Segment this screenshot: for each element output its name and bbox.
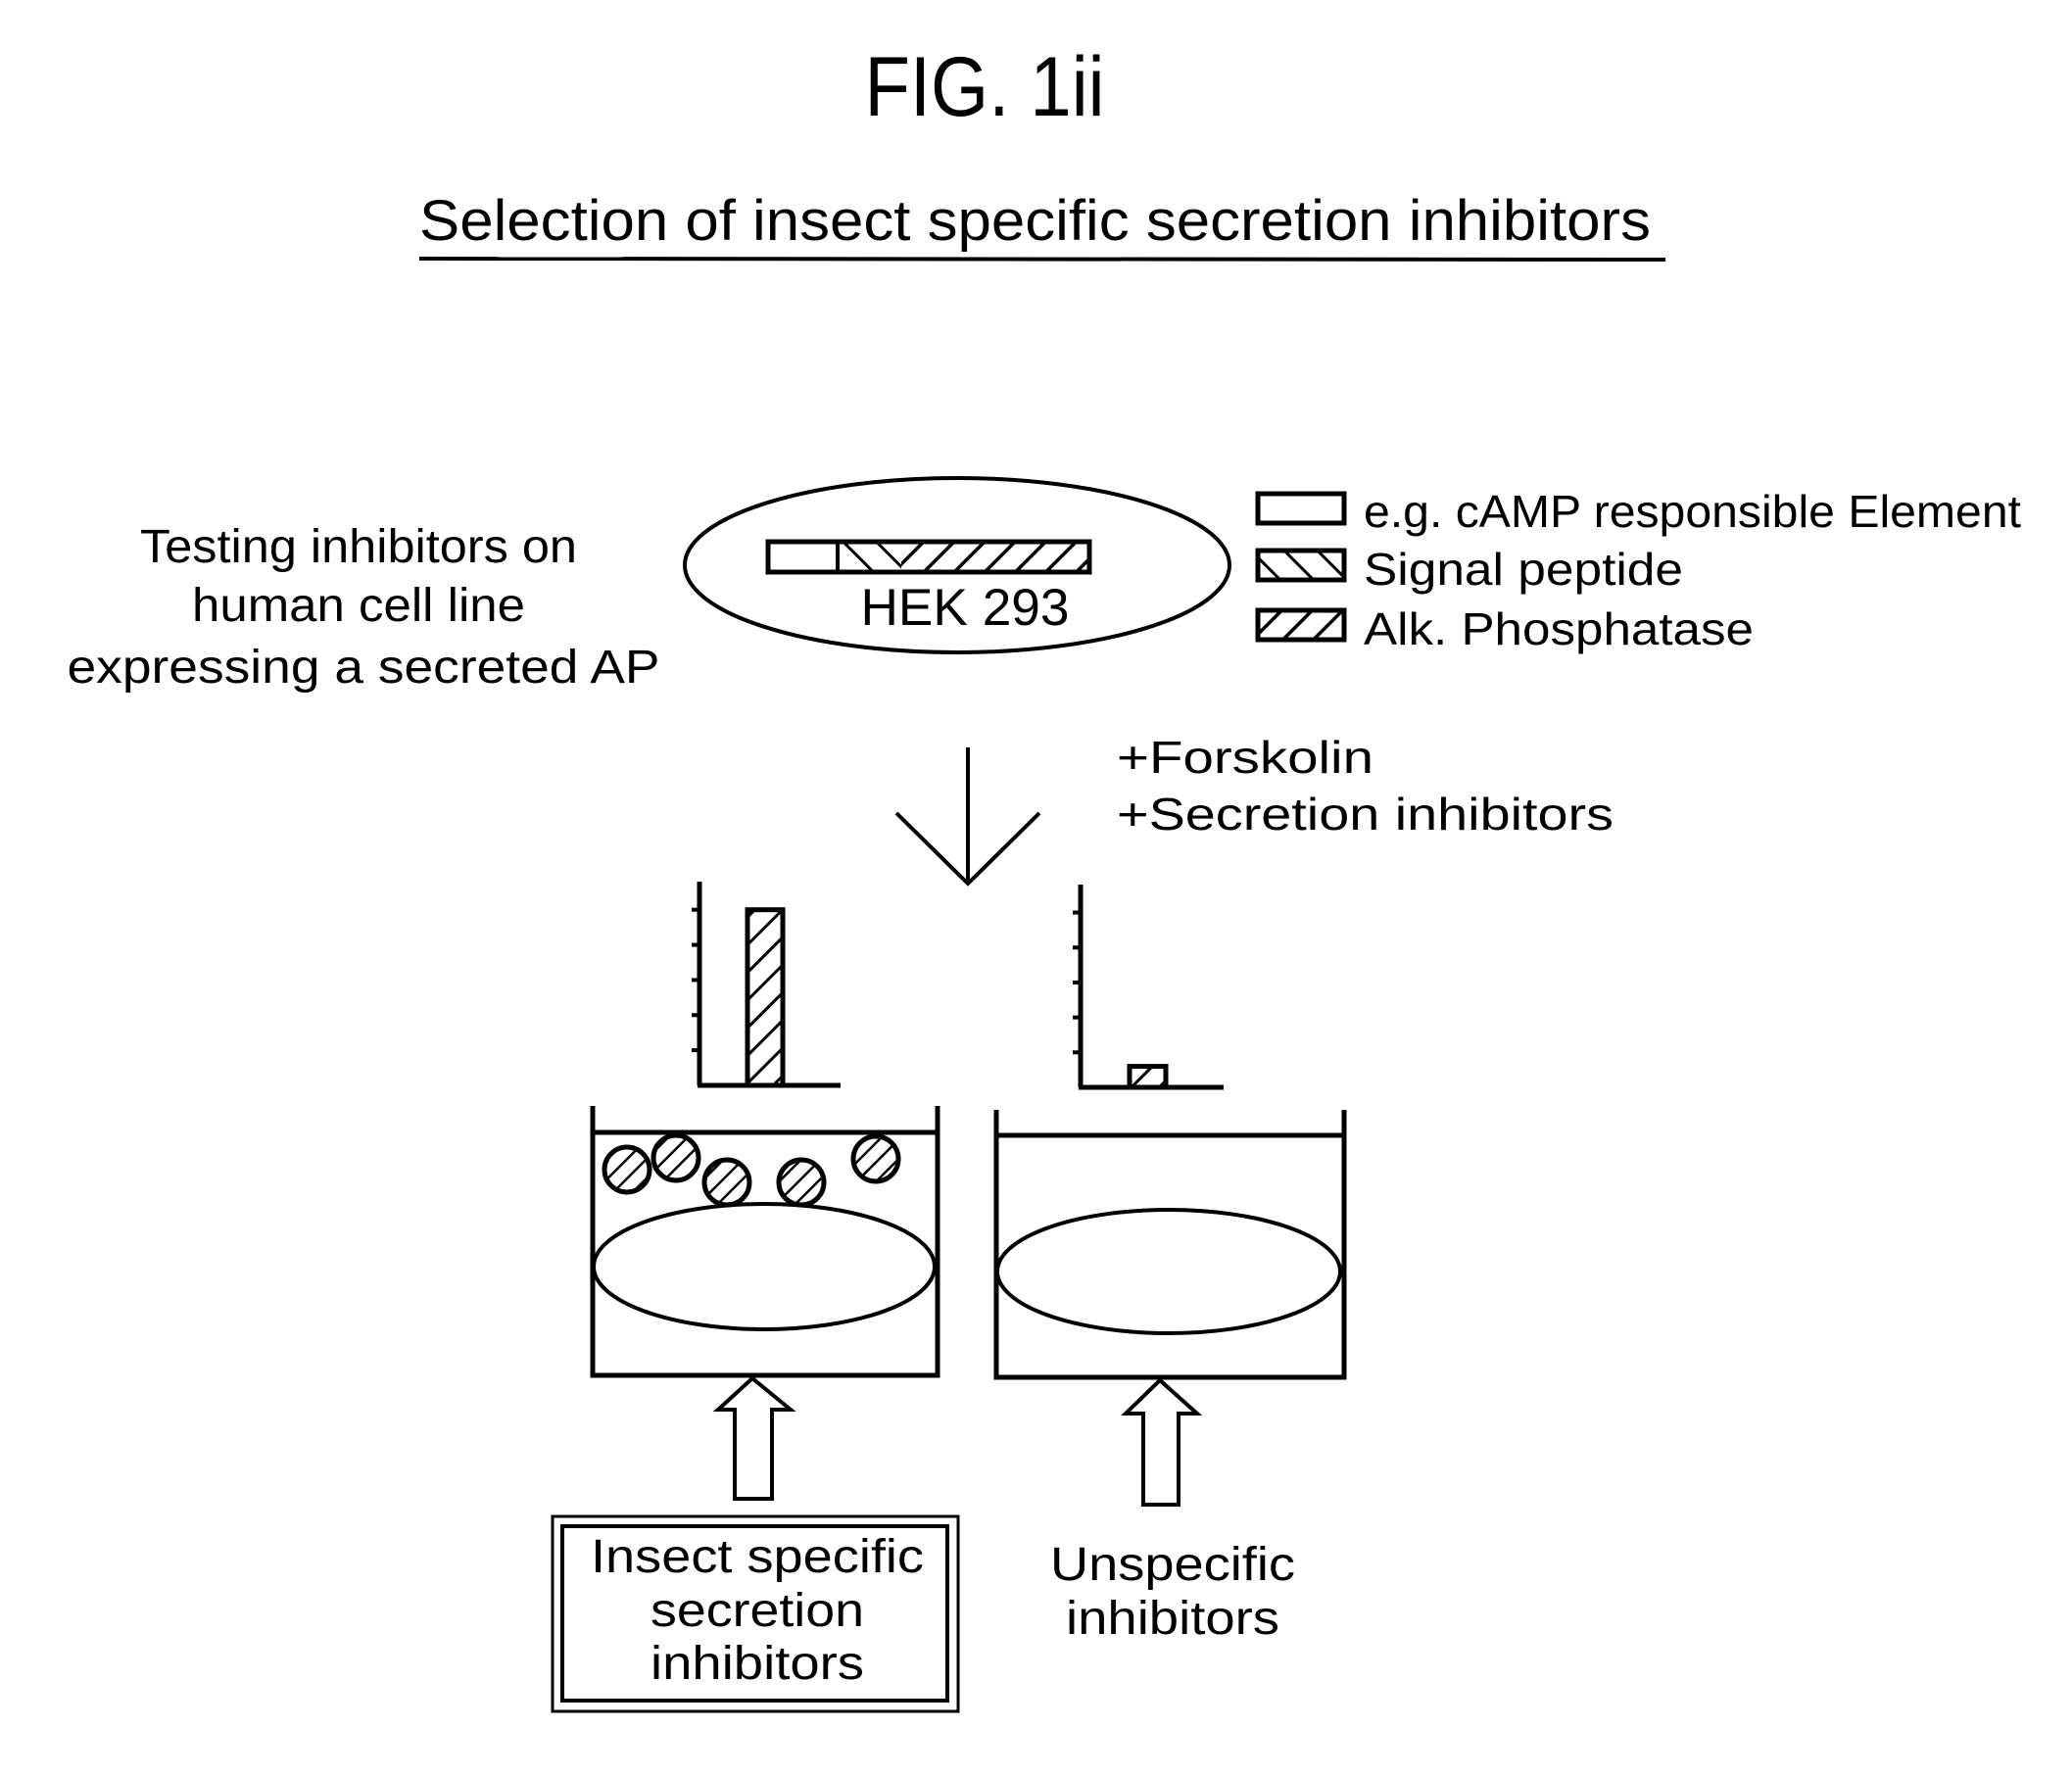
legend: e.g. cAMP responsible Element Signal pep…: [1255, 486, 2021, 654]
legend-swatch-back-hatch: [1255, 548, 1347, 583]
description-line: expressing a secreted AP: [68, 642, 660, 694]
treatment-line: +Forskolin: [1117, 732, 1373, 783]
bar: [745, 907, 786, 1088]
legend-swatch-empty: [1255, 491, 1347, 526]
secreted-ap-particles: [602, 1132, 901, 1208]
cell-layer: [592, 1202, 937, 1331]
gene-construct: [765, 539, 1092, 575]
description-line: Testing inhibitors on: [140, 521, 577, 573]
legend-label: Alk. Phosphatase: [1364, 603, 1754, 654]
down-arrow-icon: [894, 747, 1041, 887]
bar-chart-insect-specific: [692, 882, 841, 1088]
cell-line-label: HEK 293: [861, 579, 1070, 637]
legend-label: Signal peptide: [1364, 544, 1683, 595]
construct-promoter-segment: [768, 542, 838, 572]
unspecific-inhibitors-label: Unspecific inhibitors: [1050, 1539, 1295, 1645]
hek-cell: HEK 293: [683, 476, 1231, 654]
construct-signal-peptide-segment: [838, 542, 901, 572]
culture-well-insect-specific: [590, 1106, 940, 1378]
treatment-line: +Secretion inhibitors: [1117, 789, 1614, 840]
bar: [1127, 1064, 1169, 1090]
legend-item-promoter: e.g. cAMP responsible Element: [1255, 486, 2021, 537]
outcome-label-line: Unspecific: [1050, 1539, 1295, 1591]
figure-label: FIG. 1ii: [865, 40, 1105, 134]
outcome-label-line: secretion: [651, 1585, 864, 1637]
well-outline: [993, 1110, 1347, 1380]
figure-canvas: FIG. 1ii Selection of insect specific se…: [68, 40, 2021, 1713]
figure-title: Selection of insect specific secretion i…: [419, 189, 1651, 253]
outcome-label-line: Insect specific: [591, 1531, 924, 1583]
legend-swatch-forward-hatch: [1255, 607, 1347, 643]
culture-well-unspecific: [993, 1110, 1347, 1380]
up-block-arrow-icon: [712, 1375, 796, 1501]
secreted-ap-particle: [701, 1157, 752, 1208]
legend-item-alk-phosphatase: Alk. Phosphatase: [1255, 603, 1754, 654]
legend-item-signal-peptide: Signal peptide: [1255, 544, 1683, 595]
description-line: human cell line: [192, 580, 525, 632]
up-block-arrow-icon: [1121, 1377, 1203, 1507]
secreted-ap-particle: [602, 1144, 652, 1195]
description-text: Testing inhibitors on human cell line ex…: [68, 521, 660, 694]
secreted-ap-particle: [850, 1133, 901, 1184]
outcome-label-line: inhibitors: [651, 1638, 864, 1690]
construct-ap-segment: [901, 542, 1089, 572]
secreted-ap-particle: [651, 1132, 701, 1183]
bar-chart-unspecific: [1073, 885, 1224, 1090]
outcome-label-line: inhibitors: [1066, 1593, 1279, 1645]
title-underline: [418, 257, 1666, 262]
legend-label: e.g. cAMP responsible Element: [1364, 486, 2021, 537]
insect-specific-inhibitors-box: Insect specific secretion inhibitors: [551, 1514, 960, 1713]
cell-layer: [995, 1208, 1342, 1335]
secreted-ap-particle: [776, 1157, 827, 1208]
